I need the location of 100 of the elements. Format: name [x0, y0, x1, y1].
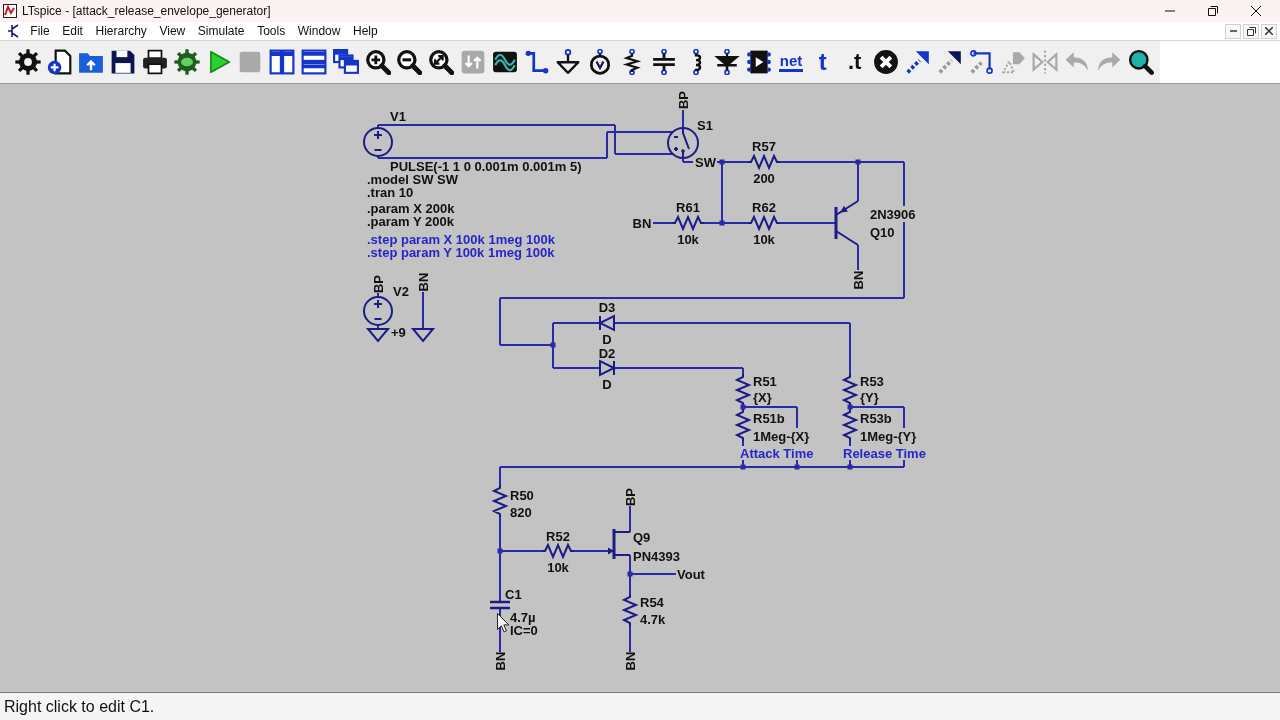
component-value: D — [602, 332, 612, 346]
component-value: 2N3906 — [870, 207, 916, 221]
ground-symbol — [410, 328, 436, 343]
gear-icon[interactable] — [173, 49, 200, 75]
component-value: 10k — [753, 232, 775, 246]
component-value: PN4393 — [633, 549, 680, 563]
minimize-icon[interactable] — [1164, 10, 1175, 12]
diode-icon[interactable] — [714, 49, 741, 75]
resistor-symbol — [734, 373, 752, 407]
component-value: 4.7µ — [510, 610, 536, 624]
window-title: LTspice - [attack_release_envelope_generator] — [22, 4, 271, 18]
spice-directive: .model SW SW — [367, 173, 458, 186]
component-value: {X} — [753, 390, 772, 404]
component-name: R53 — [860, 374, 884, 388]
wire — [779, 222, 837, 224]
spice-directive: .step param X 100k 1meg 100k — [367, 233, 555, 246]
cursor-icon — [497, 613, 510, 633]
columns-icon[interactable] — [269, 49, 296, 75]
component-name: R51 — [753, 374, 777, 388]
resistor-symbol — [841, 408, 859, 442]
bent-line-icon[interactable] — [968, 49, 995, 75]
component-value: SW — [695, 155, 716, 169]
save-icon[interactable] — [110, 49, 137, 75]
settings-icon[interactable] — [14, 49, 41, 75]
component-name: R50 — [510, 488, 534, 502]
spice-directive: .step param Y 100k 1meg 100k — [367, 246, 555, 259]
diagonal-arrow-icon[interactable] — [937, 49, 963, 75]
net-label: BP — [623, 487, 637, 507]
restore-icon — [1246, 26, 1256, 36]
component-name: S1 — [697, 118, 713, 132]
component-value: 4.7k — [640, 612, 666, 626]
component-name: Q9 — [633, 530, 651, 544]
capacitor-icon[interactable] — [650, 49, 677, 75]
resistor-symbol — [541, 542, 575, 560]
restore-button[interactable] — [1243, 23, 1259, 39]
menu-item[interactable]: File — [24, 24, 56, 38]
diagonal-arrow-icon[interactable] — [905, 49, 932, 75]
wire — [682, 109, 684, 129]
wire — [629, 505, 631, 533]
comment-text: Release Time — [843, 446, 926, 460]
capacitor-symbol — [488, 600, 512, 610]
net-label: BN — [632, 216, 652, 230]
net-label: BP — [676, 90, 690, 110]
voltage-source-symbol — [363, 296, 393, 326]
net-label: BN — [416, 272, 430, 292]
net-tool[interactable]: net — [778, 52, 804, 72]
component-value: 1Meg-{Y} — [860, 429, 917, 443]
component-value: {Y} — [860, 390, 879, 404]
comment-text: Attack Time — [740, 446, 814, 460]
component-name: R57 — [752, 139, 776, 153]
component-name: R51b — [753, 411, 785, 425]
component-name: R52 — [546, 529, 570, 543]
text-tool[interactable]: t — [818, 50, 827, 74]
component-name: R61 — [676, 200, 700, 214]
windows-icon[interactable] — [332, 49, 359, 75]
component-name: V1 — [390, 109, 406, 123]
voltage-source-symbol — [363, 127, 393, 157]
wire — [849, 440, 851, 447]
waveform-icon[interactable] — [491, 49, 518, 75]
menu-item[interactable]: Help — [346, 24, 384, 38]
ground-icon[interactable] — [555, 49, 582, 75]
component-name: C1 — [505, 587, 522, 601]
new-document-icon[interactable] — [46, 49, 73, 75]
menu-item[interactable]: Tools — [250, 24, 292, 38]
component-name: Q10 — [870, 225, 895, 239]
minimize-button[interactable] — [1225, 23, 1241, 39]
close-button[interactable] — [1261, 23, 1277, 39]
zoom-in-icon[interactable] — [364, 49, 391, 75]
menu-item[interactable]: Hierarchy — [89, 24, 154, 38]
net-label: Vout — [677, 567, 705, 581]
search-icon[interactable] — [1127, 49, 1154, 75]
net-label: BP — [371, 274, 385, 294]
schematic-canvas[interactable] — [0, 83, 1280, 692]
delete-icon[interactable] — [873, 49, 900, 75]
zoom-fit-icon[interactable] — [428, 49, 455, 75]
rows-icon[interactable] — [301, 49, 328, 75]
spice-directive-tool[interactable]: .t — [847, 51, 862, 73]
component-value: 200 — [753, 171, 775, 185]
wire — [629, 625, 631, 653]
menu-item[interactable]: Edit — [55, 24, 90, 38]
switch-symbol — [667, 127, 699, 159]
resistor-symbol — [841, 373, 859, 407]
transistor-icon[interactable] — [8, 24, 20, 38]
app-logo-icon — [3, 4, 17, 18]
menu-item[interactable]: View — [153, 24, 192, 38]
resistor-symbol — [671, 214, 705, 232]
component-name: R62 — [752, 200, 776, 214]
printer-icon[interactable] — [142, 49, 169, 75]
diode-symbol — [599, 360, 615, 377]
close-icon[interactable] — [1250, 6, 1261, 16]
wire-icon[interactable] — [523, 49, 550, 75]
close-icon — [1265, 27, 1273, 35]
wire — [652, 222, 673, 224]
component-icon[interactable] — [746, 49, 773, 75]
zoom-out-icon[interactable] — [396, 49, 423, 75]
restore-icon[interactable] — [1207, 6, 1218, 16]
component-name: R54 — [640, 595, 664, 609]
menu-item[interactable]: Simulate — [191, 24, 251, 38]
menu-item[interactable]: Window — [291, 24, 347, 38]
component-value: +9 — [391, 325, 406, 339]
